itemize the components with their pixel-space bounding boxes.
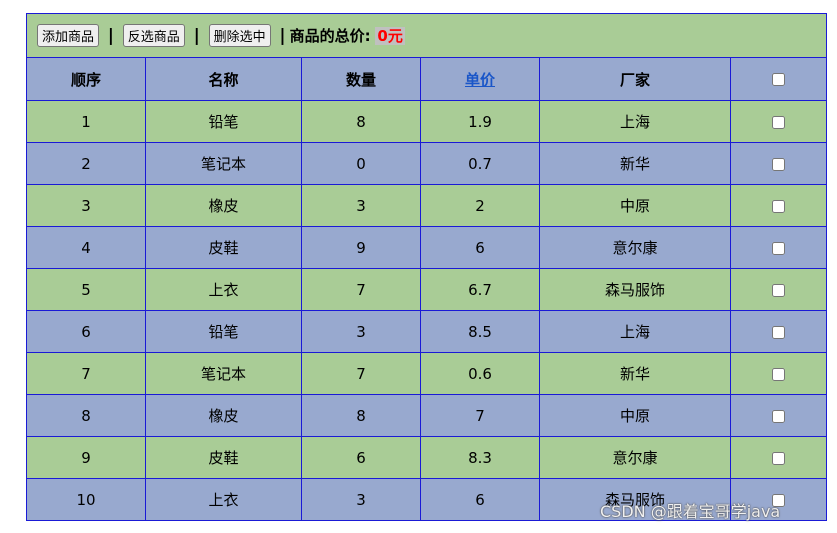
cell-price: 8.3	[420, 436, 540, 479]
row-checkbox[interactable]	[772, 367, 786, 381]
cell-order: 7	[26, 352, 146, 395]
table-row: 2 笔记本 0 0.7 新华	[26, 142, 828, 185]
cell-manufacturer: 新华	[539, 352, 731, 395]
cell-quantity: 3	[301, 478, 421, 521]
cell-price: 2	[420, 184, 540, 227]
row-checkbox[interactable]	[772, 409, 786, 423]
table-row: 9 皮鞋 6 8.3 意尔康	[26, 436, 828, 479]
cell-quantity: 8	[301, 394, 421, 437]
table-row: 5 上衣 7 6.7 森马服饰	[26, 268, 828, 311]
cell-name: 皮鞋	[145, 226, 302, 269]
separator: |	[193, 25, 200, 46]
cell-order: 1	[26, 100, 146, 143]
csdn-watermark: CSDN @跟着宝哥学java	[600, 502, 781, 521]
total-price-value: 0元	[375, 27, 405, 45]
cell-manufacturer: 新华	[539, 142, 731, 185]
cell-select	[729, 394, 828, 437]
toolbar-cell: 添加商品 | 反选商品 | 删除选中 | 商品的总价: 0元	[25, 13, 828, 58]
cell-quantity: 7	[301, 352, 421, 395]
cell-manufacturer: 上海	[539, 310, 731, 353]
cell-select	[729, 142, 828, 185]
cell-order: 9	[26, 436, 146, 479]
cell-manufacturer: 森马服饰	[539, 268, 731, 311]
cell-order: 6	[26, 310, 146, 353]
select-all-checkbox[interactable]	[772, 73, 786, 86]
toolbar-row: 添加商品 | 反选商品 | 删除选中 | 商品的总价: 0元	[25, 13, 828, 58]
cell-price: 0.6	[420, 352, 540, 395]
cell-price: 7	[420, 394, 540, 437]
cell-order: 3	[26, 184, 146, 227]
cell-order: 10	[26, 478, 146, 521]
table-row: 4 皮鞋 9 6 意尔康	[26, 226, 828, 269]
cell-name: 橡皮	[145, 184, 302, 227]
header-select-all	[729, 57, 828, 101]
table-header-row: 顺序 名称 数量 单价 厂家	[26, 57, 828, 101]
table-row: 6 铅笔 3 8.5 上海	[26, 310, 828, 353]
product-table: 添加商品 | 反选商品 | 删除选中 | 商品的总价: 0元 顺序 名称 数量 单…	[25, 13, 828, 521]
cell-quantity: 3	[301, 310, 421, 353]
total-price-label: 商品的总价:	[289, 27, 371, 45]
cell-select	[729, 268, 828, 311]
cell-manufacturer: 意尔康	[539, 226, 731, 269]
cell-name: 铅笔	[145, 310, 302, 353]
cell-select	[729, 184, 828, 227]
cell-quantity: 0	[301, 142, 421, 185]
header-manufacturer: 厂家	[539, 57, 731, 101]
header-order: 顺序	[26, 57, 146, 101]
cell-quantity: 8	[301, 100, 421, 143]
cell-quantity: 6	[301, 436, 421, 479]
cell-name: 橡皮	[145, 394, 302, 437]
product-table-wrapper: 添加商品 | 反选商品 | 删除选中 | 商品的总价: 0元 顺序 名称 数量 单…	[25, 13, 828, 521]
cell-order: 2	[26, 142, 146, 185]
cell-manufacturer: 意尔康	[539, 436, 731, 479]
row-checkbox[interactable]	[772, 241, 786, 255]
cell-manufacturer: 中原	[539, 184, 731, 227]
cell-name: 皮鞋	[145, 436, 302, 479]
cell-order: 8	[26, 394, 146, 437]
cell-name: 上衣	[145, 268, 302, 311]
separator: |	[279, 25, 286, 46]
cell-price: 6.7	[420, 268, 540, 311]
unit-price-sort-link[interactable]: 单价	[465, 71, 495, 89]
cell-name: 笔记本	[145, 352, 302, 395]
cell-select	[729, 100, 828, 143]
cell-select	[729, 436, 828, 479]
row-checkbox[interactable]	[772, 115, 786, 129]
cell-quantity: 7	[301, 268, 421, 311]
cell-price: 0.7	[420, 142, 540, 185]
header-name: 名称	[145, 57, 302, 101]
row-checkbox[interactable]	[772, 157, 786, 171]
cell-quantity: 9	[301, 226, 421, 269]
cell-manufacturer: 上海	[539, 100, 731, 143]
cell-manufacturer: 中原	[539, 394, 731, 437]
table-row: 7 笔记本 7 0.6 新华	[26, 352, 828, 395]
row-checkbox[interactable]	[772, 199, 786, 213]
cell-order: 4	[26, 226, 146, 269]
cell-select	[729, 226, 828, 269]
table-row: 1 铅笔 8 1.9 上海	[26, 100, 828, 143]
cell-order: 5	[26, 268, 146, 311]
add-product-button[interactable]: 添加商品	[37, 24, 100, 47]
row-checkbox[interactable]	[772, 451, 786, 465]
delete-selected-button[interactable]: 删除选中	[208, 24, 271, 47]
table-row: 3 橡皮 3 2 中原	[26, 184, 828, 227]
invert-selection-button[interactable]: 反选商品	[122, 24, 185, 47]
cell-price: 6	[420, 226, 540, 269]
cell-price: 8.5	[420, 310, 540, 353]
cell-name: 笔记本	[145, 142, 302, 185]
table-row: 8 橡皮 8 7 中原	[26, 394, 828, 437]
header-quantity: 数量	[301, 57, 421, 101]
cell-price: 6	[420, 478, 540, 521]
row-checkbox[interactable]	[772, 325, 786, 339]
header-unit-price-link[interactable]: 单价	[420, 57, 540, 101]
row-checkbox[interactable]	[772, 283, 786, 297]
cell-quantity: 3	[301, 184, 421, 227]
cell-select	[729, 352, 828, 395]
cell-name: 铅笔	[145, 100, 302, 143]
cell-name: 上衣	[145, 478, 302, 521]
separator: |	[107, 25, 115, 46]
cell-price: 1.9	[420, 100, 540, 143]
cell-select	[729, 310, 828, 353]
